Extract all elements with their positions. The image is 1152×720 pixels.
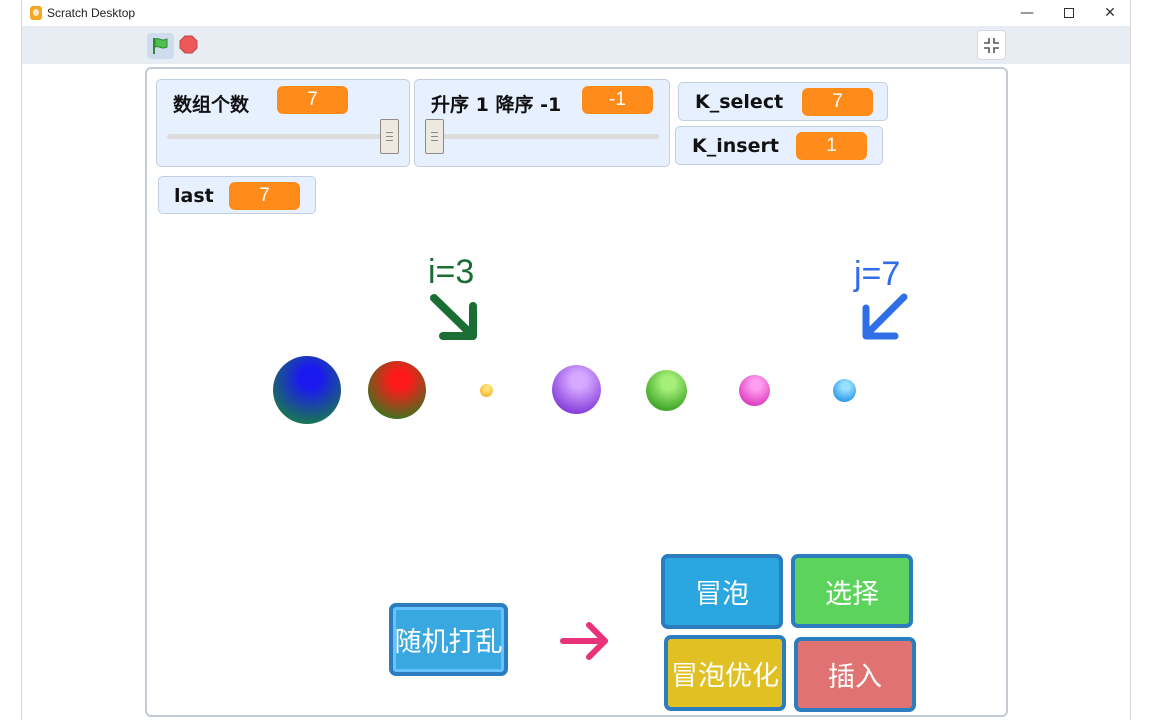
ball-7 — [833, 379, 856, 402]
pointer-i-label: i=3 — [428, 253, 475, 291]
scratch-app-icon — [30, 6, 42, 20]
ball-2 — [368, 361, 426, 419]
ball-5 — [646, 370, 687, 411]
selection-sort-button[interactable]: 选择 — [791, 554, 913, 628]
sort-order-label: 升序 1 降序 -1 — [431, 94, 562, 116]
pointer-i-arrow-icon — [430, 294, 477, 340]
exit-fullscreen-icon — [984, 38, 999, 53]
insertion-sort-button[interactable]: 插入 — [794, 637, 916, 712]
close-icon: ✕ — [1104, 5, 1116, 21]
title-bar: Scratch Desktop — ✕ — [22, 0, 1130, 26]
ball-1 — [273, 356, 341, 424]
k-select-value: 7 — [802, 88, 873, 116]
green-flag-button[interactable] — [147, 33, 174, 59]
bubble-sort-button[interactable]: 冒泡 — [661, 554, 783, 629]
scratch-desktop-window: Scratch Desktop — ✕ 数组个数 7 升序 1 降序 -1 -1… — [21, 0, 1131, 720]
window-title: Scratch Desktop — [47, 6, 136, 20]
last-monitor: last 7 — [158, 176, 316, 214]
k-insert-label: K_insert — [692, 135, 779, 157]
ball-6 — [739, 375, 770, 406]
sort-order-slider-thumb[interactable] — [425, 119, 444, 154]
optimized-bubble-sort-button[interactable]: 冒泡优化 — [664, 635, 786, 711]
array-count-slider-thumb[interactable] — [380, 119, 399, 154]
ball-4 — [552, 365, 601, 414]
exit-fullscreen-button[interactable] — [977, 30, 1006, 60]
k-select-label: K_select — [695, 91, 784, 113]
stage: 数组个数 7 升序 1 降序 -1 -1 K_select 7 K_insert… — [145, 67, 1008, 717]
sort-order-monitor: 升序 1 降序 -1 -1 — [414, 79, 670, 167]
maximize-button[interactable] — [1049, 0, 1089, 26]
green-flag-icon — [153, 38, 168, 54]
pointer-j-arrow-icon — [862, 293, 908, 340]
last-label: last — [174, 185, 214, 207]
maximize-icon — [1064, 8, 1074, 18]
close-window-button[interactable]: ✕ — [1090, 0, 1130, 26]
stop-button[interactable] — [179, 35, 198, 58]
pointer-j-label: j=7 — [854, 255, 901, 293]
array-count-monitor: 数组个数 7 — [156, 79, 410, 167]
ball-3 — [480, 384, 493, 397]
k-select-monitor: K_select 7 — [678, 82, 888, 121]
shuffle-button[interactable]: 随机打乱 — [389, 603, 508, 676]
k-insert-value: 1 — [796, 132, 867, 160]
stage-toolbar — [22, 26, 1130, 64]
sort-order-value: -1 — [582, 86, 653, 114]
stop-sign-icon — [179, 35, 198, 54]
minimize-button[interactable]: — — [1007, 0, 1047, 26]
right-arrow-icon — [560, 622, 608, 660]
array-count-label: 数组个数 — [173, 94, 250, 116]
array-count-value: 7 — [277, 86, 348, 114]
k-insert-monitor: K_insert 1 — [675, 126, 883, 165]
minimize-icon: — — [1020, 5, 1034, 21]
sort-order-slider-track[interactable] — [425, 134, 659, 139]
array-count-slider-track[interactable] — [167, 134, 399, 139]
last-value: 7 — [229, 182, 300, 210]
